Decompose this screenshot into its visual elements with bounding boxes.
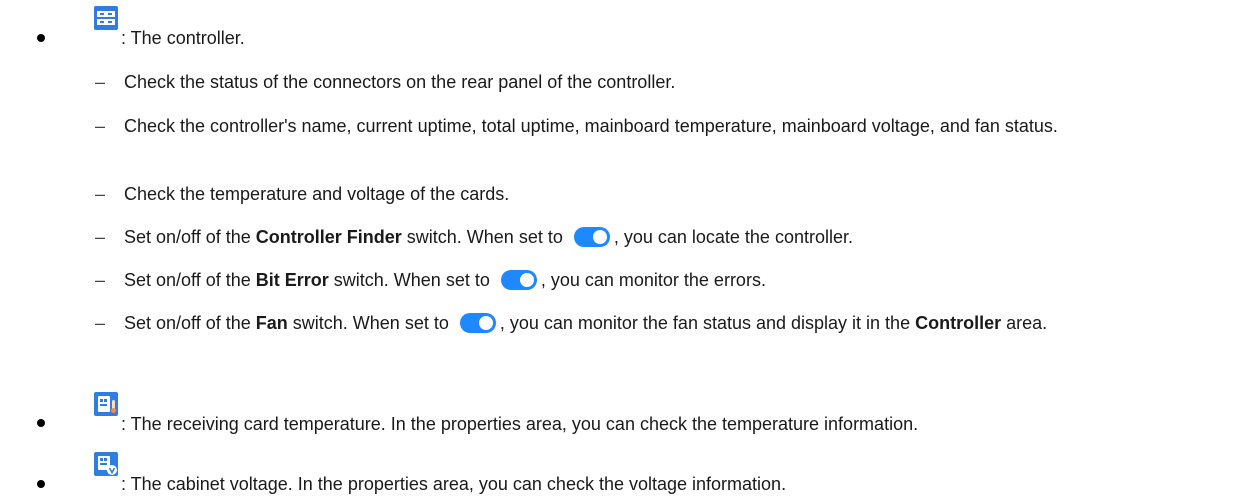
dash: – xyxy=(95,227,106,247)
bit-error-label: Bit Error xyxy=(255,270,329,290)
controller-icon xyxy=(94,6,118,30)
text-segment: , you can monitor the errors. xyxy=(540,270,766,290)
text-segment: switch. When set to xyxy=(401,227,568,247)
bullet xyxy=(37,419,45,427)
controller-area-label: Controller xyxy=(915,313,1002,333)
list-item-text: Check the status of the connectors on th… xyxy=(124,72,676,92)
receiving-card-temperature-icon xyxy=(94,392,118,416)
dash: – xyxy=(95,184,106,204)
fan-text: Set on/off of the Fan switch. When set t… xyxy=(124,311,1246,335)
toggle-switch-on-icon xyxy=(459,313,496,333)
text-segment: Set on/off of the xyxy=(124,270,256,290)
dash: – xyxy=(95,72,106,92)
controller-finder-label: Controller Finder xyxy=(255,227,402,247)
text-segment: switch. When set to xyxy=(287,313,454,333)
text-segment: , you can locate the controller. xyxy=(613,227,853,247)
controller-finder-text: Set on/off of the Controller Finder swit… xyxy=(124,225,1246,249)
text-segment: , you can monitor the fan status and dis… xyxy=(499,313,916,333)
cabinet-description: : The cabinet voltage. In the properties… xyxy=(121,474,787,494)
list-item-text: Check the temperature and voltage of the… xyxy=(124,184,510,204)
dash: – xyxy=(95,270,106,290)
text-segment: Set on/off of the xyxy=(124,313,256,333)
toggle-switch-on-icon xyxy=(573,227,610,247)
text-segment: switch. When set to xyxy=(328,270,495,290)
fan-label: Fan xyxy=(255,313,288,333)
receiving-card-description: : The receiving card temperature. In the… xyxy=(121,414,919,434)
cabinet-voltage-icon xyxy=(94,452,118,476)
controller-description: : The controller. xyxy=(121,28,245,48)
text-segment: Set on/off of the xyxy=(124,227,256,247)
dash: – xyxy=(95,313,106,333)
bullet xyxy=(37,34,45,42)
dash: – xyxy=(95,116,106,136)
toggle-switch-on-icon xyxy=(500,270,537,290)
text-segment: area. xyxy=(1001,313,1048,333)
bit-error-text: Set on/off of the Bit Error switch. When… xyxy=(124,268,1246,292)
list-item-text: Check the controller's name, current upt… xyxy=(124,116,1058,136)
bullet xyxy=(37,480,45,488)
